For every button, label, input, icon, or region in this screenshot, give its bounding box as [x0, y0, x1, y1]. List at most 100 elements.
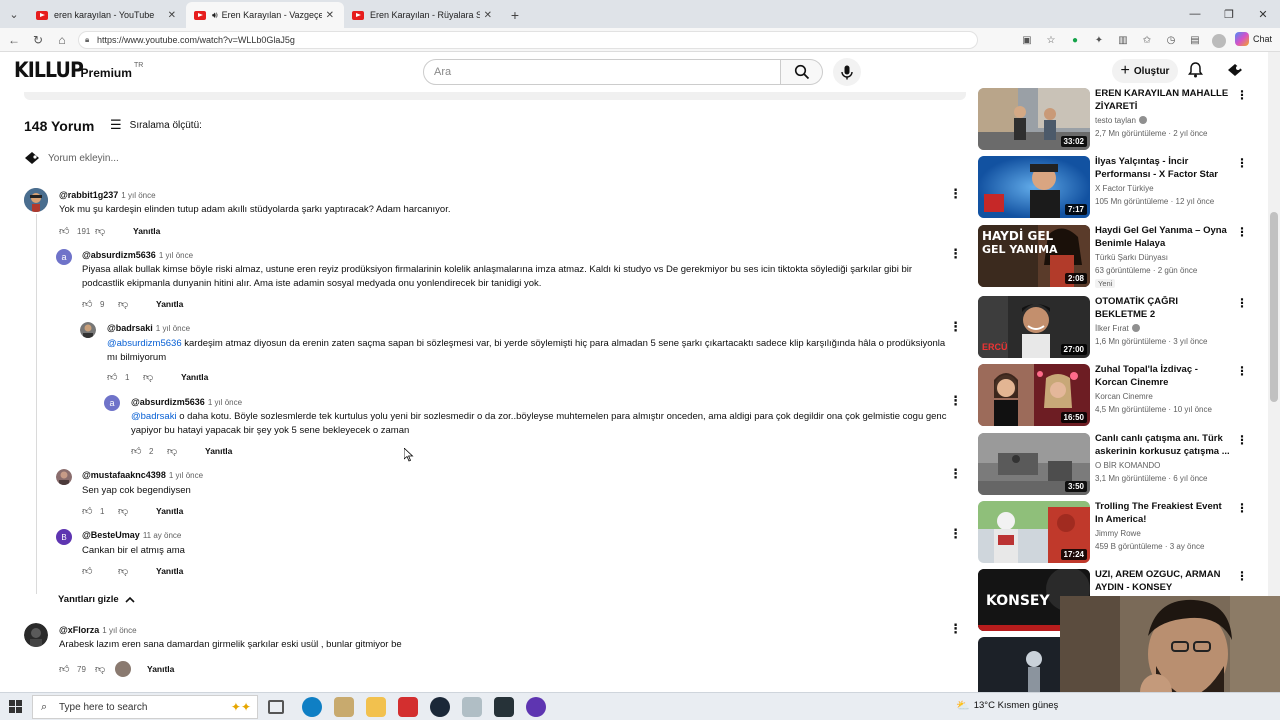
mention-link[interactable]: @badrsaki — [131, 411, 177, 422]
steam-icon[interactable] — [430, 697, 450, 717]
browser-tab-1[interactable]: eren karayılan - YouTube ✕ — [28, 2, 186, 28]
dislike-icon[interactable]: 👎︎ — [167, 445, 181, 457]
like-icon[interactable]: 👍︎ — [59, 225, 73, 237]
grammarly-icon[interactable]: ● — [1066, 31, 1084, 49]
app-available-icon[interactable]: ▣ — [1018, 31, 1036, 49]
reply-button[interactable]: Yanıtla — [156, 506, 183, 516]
comment-menu-icon[interactable]: ⋮ — [949, 246, 962, 262]
close-tab-icon[interactable]: ✕ — [326, 10, 334, 21]
avatar[interactable]: a — [104, 395, 120, 411]
recommended-video[interactable]: 33:02 EREN KARAYILAN MAHALLE ZİYARETİ te… — [978, 88, 1258, 152]
home-icon[interactable]: ⌂ — [50, 28, 74, 52]
recommended-video[interactable]: HAYDİ GEL GEL YANIMA 2:08 Haydi Gel Gel Y… — [978, 225, 1258, 289]
file-explorer-icon[interactable] — [366, 697, 386, 717]
back-icon[interactable]: ← — [2, 28, 26, 52]
youtube-logo[interactable]: KILLUP Premium TR — [14, 56, 143, 82]
like-icon[interactable]: 👍︎ — [82, 565, 96, 577]
reply-button[interactable]: Yanıtla — [156, 566, 183, 576]
video-title[interactable]: EREN KARAYILAN MAHALLE ZİYARETİ — [1095, 88, 1231, 113]
recommended-video[interactable]: ERCÜ 27:00 OTOMATİK ÇAĞRI BEKLETME 2 İlk… — [978, 296, 1258, 360]
recommended-video[interactable]: 16:50 Zuhal Topal'la İzdivaç - Korcan Ci… — [978, 364, 1258, 428]
reply-button[interactable]: Yanıtla — [205, 446, 232, 456]
reply-button[interactable]: Yanıtla — [133, 226, 160, 236]
video-title[interactable]: Zuhal Topal'la İzdivaç - Korcan Cinemre — [1095, 364, 1231, 389]
video-title[interactable]: OTOMATİK ÇAĞRI BEKLETME 2 — [1095, 296, 1231, 321]
account-avatar-icon[interactable] — [1226, 62, 1244, 82]
comment-menu-icon[interactable]: ⋮ — [949, 466, 962, 482]
close-window-icon[interactable]: ✕ — [1246, 0, 1280, 28]
refresh-icon[interactable]: ↻ — [26, 28, 50, 52]
recommended-video[interactable]: 3:50 Canlı canlı çatışma anı. Türk asker… — [978, 433, 1258, 497]
browser-tab-2[interactable]: 🔊︎ Eren Karayılan - Vazgeçemem ✕ — [186, 2, 344, 28]
video-thumbnail[interactable]: 33:02 — [978, 88, 1090, 150]
video-menu-icon[interactable]: ⋮ — [1236, 156, 1248, 170]
channel-name[interactable]: O BİR KOMANDO — [1095, 461, 1160, 470]
avatar[interactable]: B — [56, 529, 72, 545]
video-thumbnail[interactable]: 7:17 — [978, 156, 1090, 218]
search-button[interactable] — [781, 59, 823, 85]
video-title[interactable]: UZI, AREM OZGUC, ARMAN AYDIN - KONSEY — [1095, 569, 1231, 594]
comment-author[interactable]: @absurdizm5636 1 yıl önce — [131, 397, 242, 407]
video-menu-icon[interactable]: ⋮ — [1236, 433, 1248, 447]
profile-avatar[interactable] — [1210, 31, 1228, 49]
comment-menu-icon[interactable]: ⋮ — [949, 319, 962, 335]
dislike-icon[interactable]: 👎︎ — [118, 298, 132, 310]
video-thumbnail[interactable]: HAYDİ GEL GEL YANIMA 2:08 — [978, 225, 1090, 287]
copilot-chat-button[interactable]: Chat — [1234, 32, 1272, 46]
comment-menu-icon[interactable]: ⋮ — [949, 393, 962, 409]
reply-button[interactable]: Yanıtla — [181, 372, 208, 382]
sort-button[interactable]: ☰ Sıralama ölçütü: — [110, 117, 202, 133]
url-field[interactable]: 🔒︎ https://www.youtube.com/watch?v=WLLb0… — [78, 31, 978, 49]
dislike-icon[interactable]: 👎︎ — [95, 225, 109, 237]
comment-menu-icon[interactable]: ⋮ — [949, 526, 962, 542]
avatar[interactable] — [56, 469, 72, 485]
channel-name[interactable]: İlker Fırat — [1095, 324, 1140, 333]
video-thumbnail[interactable]: 16:50 — [978, 364, 1090, 426]
windows-start-icon[interactable] — [9, 700, 22, 713]
close-tab-icon[interactable]: ✕ — [168, 10, 176, 21]
weather-widget[interactable]: ⛅ 13°C Kısmen güneş — [956, 699, 1058, 712]
minimize-icon[interactable]: — — [1178, 0, 1212, 28]
dislike-icon[interactable]: 👎︎ — [143, 371, 157, 383]
channel-name[interactable]: Jimmy Rowe — [1095, 529, 1141, 538]
app-purple-icon[interactable] — [526, 697, 546, 717]
comment-author[interactable]: @absurdizm5636 1 yıl önce — [82, 250, 193, 260]
video-thumbnail[interactable]: 17:24 — [978, 501, 1090, 563]
like-icon[interactable]: 👍︎ — [82, 298, 96, 310]
split-screen-icon[interactable]: ▥ — [1114, 31, 1132, 49]
comment-author[interactable]: @mustafaaknc4398 1 yıl önce — [82, 470, 203, 480]
league-icon[interactable] — [334, 697, 354, 717]
avatar[interactable]: a — [56, 249, 72, 265]
like-icon[interactable]: 👍︎ — [131, 445, 145, 457]
video-title[interactable]: Haydi Gel Gel Yanıma – Oyna Benimle Hala… — [1095, 225, 1231, 250]
app-dark-icon[interactable] — [494, 697, 514, 717]
recommended-video[interactable]: 7:17 İlyas Yalçıntaş - İncir Performansı… — [978, 156, 1258, 220]
comment-author[interactable]: @rabbit1g237 1 yıl önce — [59, 190, 156, 200]
avatar[interactable] — [80, 322, 96, 338]
app-red-icon[interactable] — [398, 697, 418, 717]
channel-name[interactable]: X Factor Türkiye — [1095, 184, 1154, 193]
close-tab-icon[interactable]: ✕ — [484, 10, 492, 21]
new-tab-button[interactable]: + — [502, 2, 528, 28]
dislike-icon[interactable]: 👎︎ — [95, 663, 109, 675]
browser-tab-3[interactable]: Eren Karayılan - Rüyalara Sor - Yo ✕ — [344, 2, 502, 28]
dislike-icon[interactable]: 👎︎ — [118, 565, 132, 577]
restore-icon[interactable]: ❐ — [1212, 0, 1246, 28]
favorite-star-icon[interactable]: ☆ — [1042, 31, 1060, 49]
scrollbar-thumb[interactable] — [1270, 212, 1278, 402]
edge-icon[interactable] — [302, 697, 322, 717]
like-icon[interactable]: 👍︎ — [59, 663, 73, 675]
video-menu-icon[interactable]: ⋮ — [1236, 296, 1248, 310]
comment-author[interactable]: @BesteUmay 11 ay önce — [82, 530, 181, 540]
app-gray-icon[interactable] — [462, 697, 482, 717]
video-menu-icon[interactable]: ⋮ — [1236, 501, 1248, 515]
taskbar-search-input[interactable]: ⌕ Type here to search ✦✦ — [32, 695, 258, 719]
create-button[interactable]: + Oluştur — [1112, 59, 1178, 83]
notifications-bell-icon[interactable] — [1188, 62, 1203, 82]
voice-search-button[interactable] — [833, 58, 861, 86]
mention-link[interactable]: @absurdizm5636 — [107, 338, 182, 349]
comment-menu-icon[interactable]: ⋮ — [949, 186, 962, 202]
reply-button[interactable]: Yanıtla — [147, 664, 174, 674]
collections-icon[interactable]: ▤ — [1186, 31, 1204, 49]
video-menu-icon[interactable]: ⋮ — [1236, 364, 1248, 378]
